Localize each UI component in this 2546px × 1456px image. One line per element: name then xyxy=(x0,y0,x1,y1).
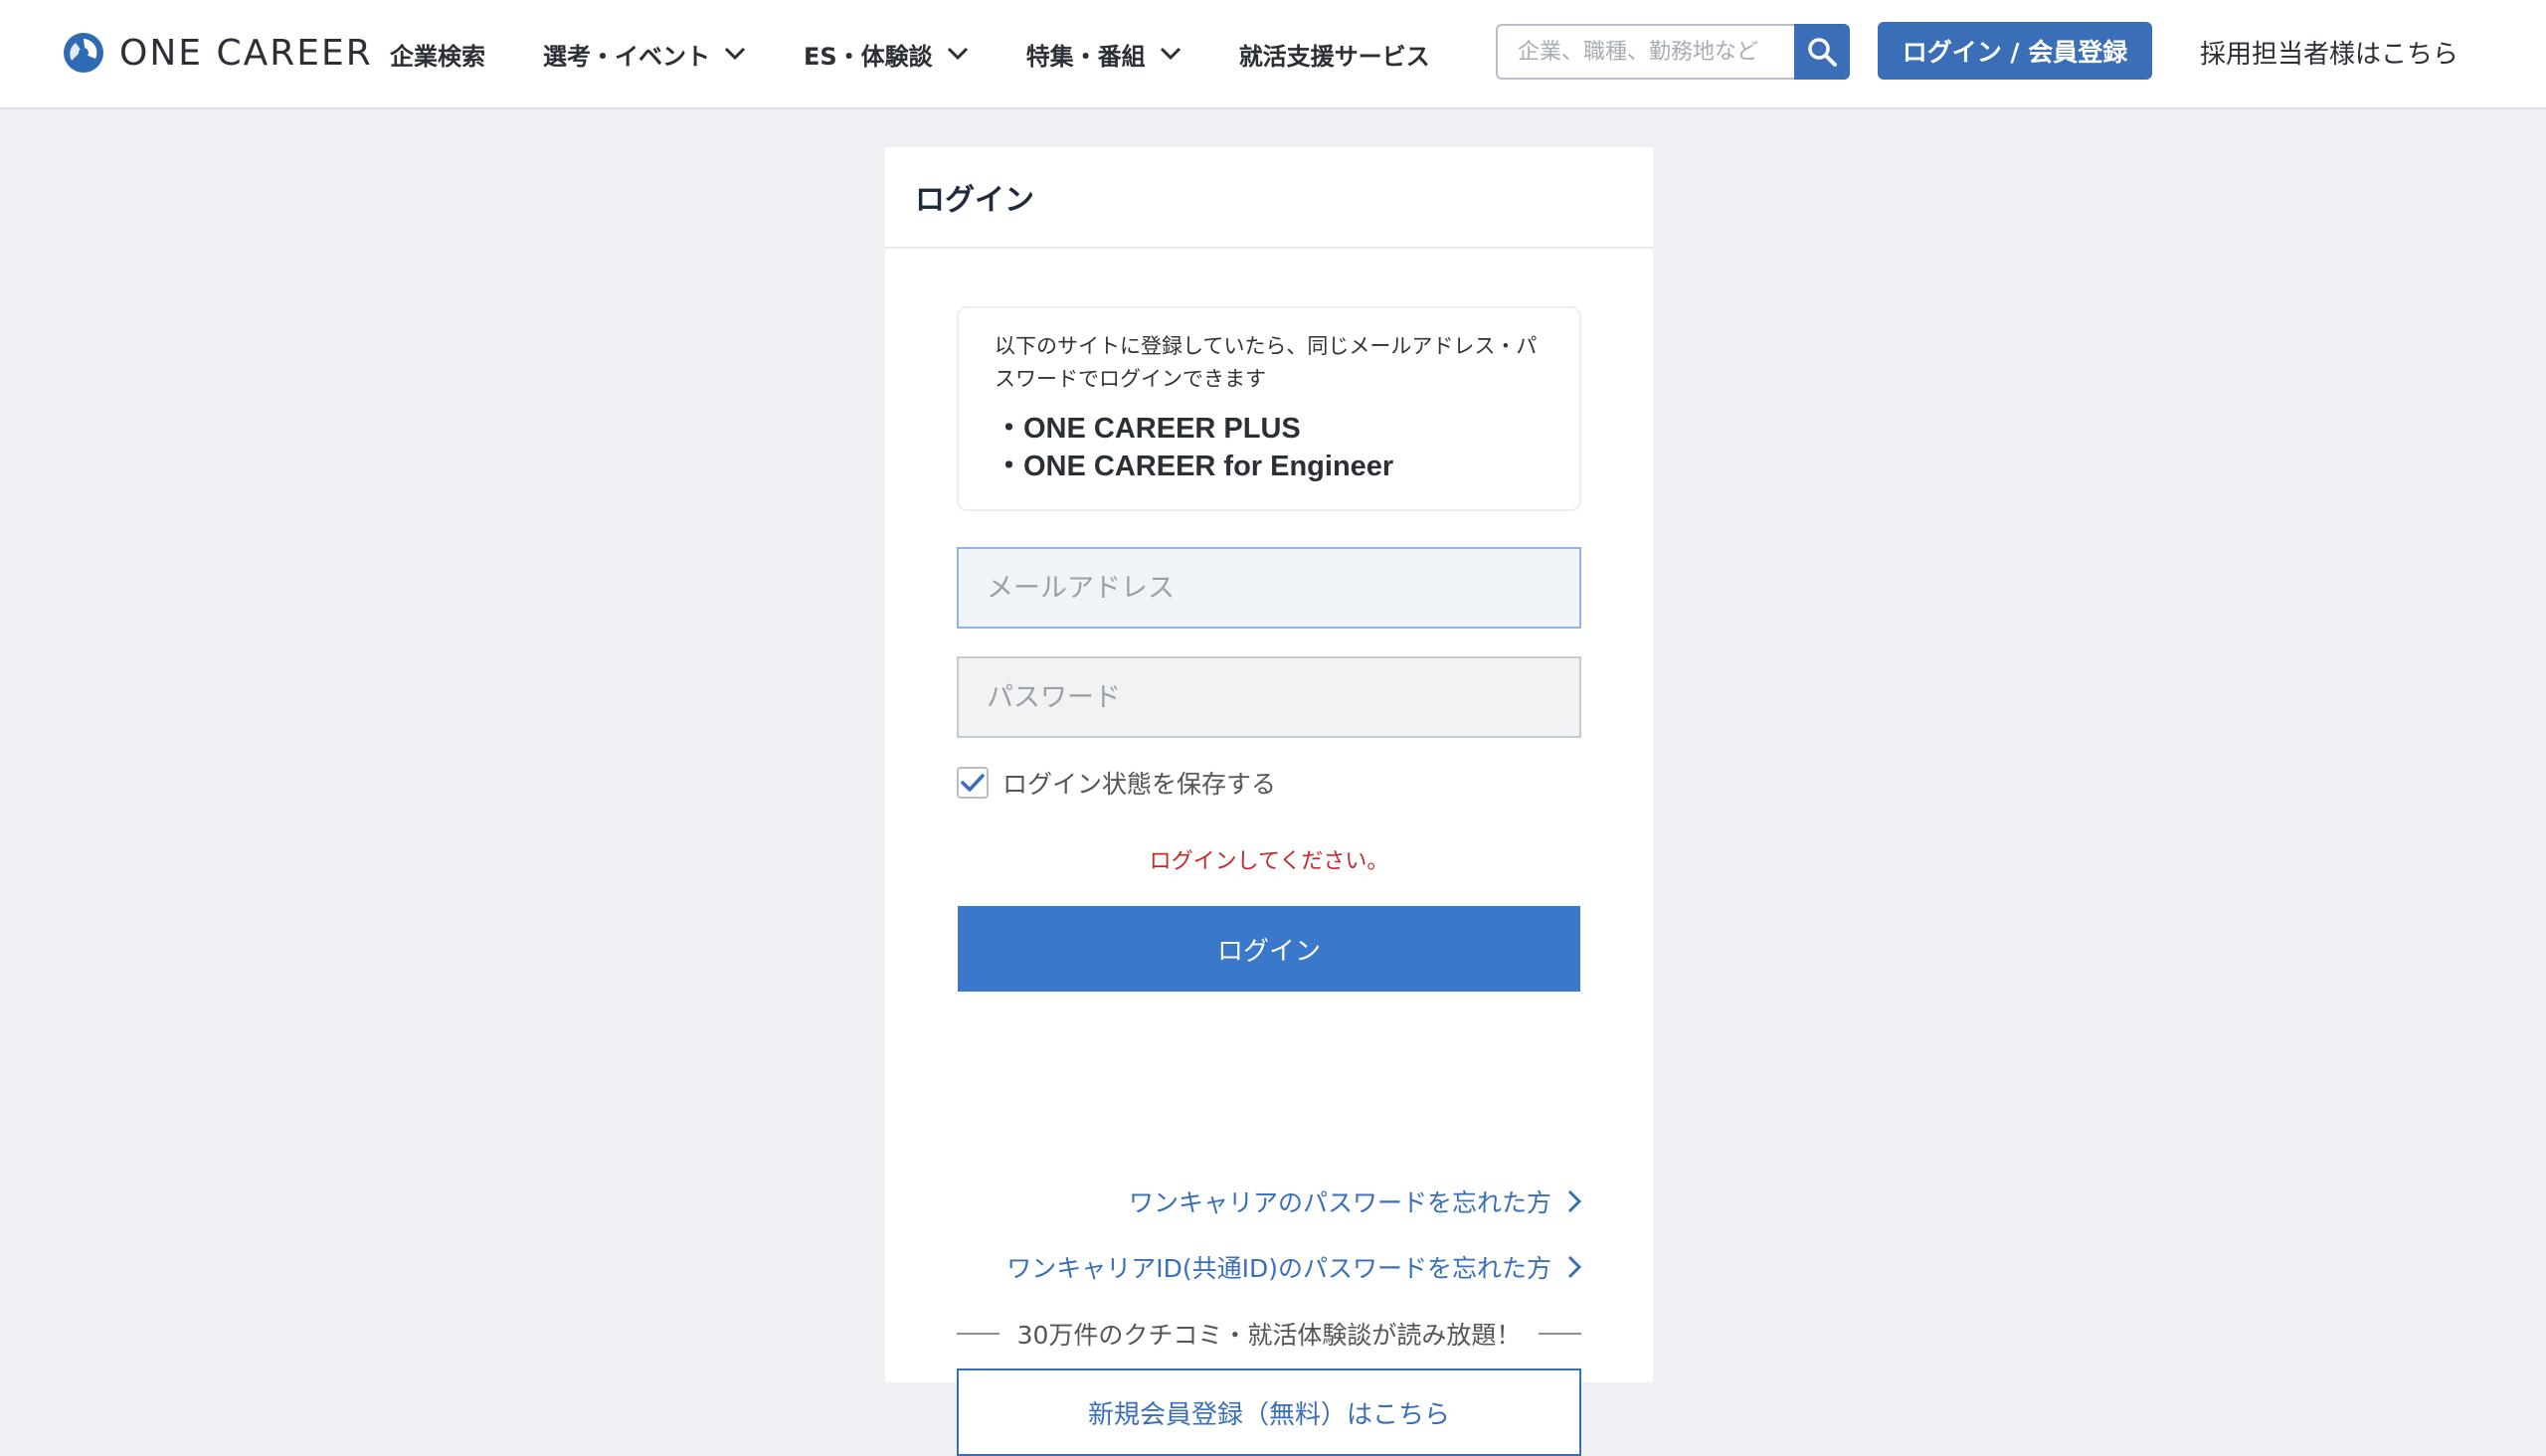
site-logo[interactable]: ONE CAREER xyxy=(62,30,373,76)
onecareer-logo-icon xyxy=(64,33,103,73)
checkmark-icon xyxy=(961,774,985,792)
notice-text: 以下のサイトに登録していたら、同じメールアドレス・パスワードでログインできます xyxy=(995,334,1538,391)
divider-line xyxy=(957,1333,1000,1335)
search-icon xyxy=(1808,38,1837,67)
nav-label: 就活支援サービス xyxy=(1238,42,1430,71)
logo-text: ONE CAREER xyxy=(119,32,373,74)
search-input[interactable] xyxy=(1496,24,1794,80)
forgot-password-link[interactable]: ワンキャリアのパスワードを忘れた方 xyxy=(1129,1183,1581,1219)
nav-item-company-search[interactable]: 企業検索 xyxy=(390,37,485,72)
site-header: ONE CAREER 企業検索 選考・イベント ES・体験談 特集・番組 就活支… xyxy=(0,0,2546,109)
main-nav: 企業検索 選考・イベント ES・体験談 特集・番組 就活支援サービス xyxy=(390,0,1488,107)
nav-item-es-experience[interactable]: ES・体験談 xyxy=(804,37,969,72)
nav-item-job-support[interactable]: 就活支援サービス xyxy=(1239,37,1430,72)
notice-site-list: ・ONE CAREER PLUS ・ONE CAREER for Enginee… xyxy=(995,410,1544,485)
nav-item-features[interactable]: 特集・番組 xyxy=(1026,37,1182,72)
register-button[interactable]: 新規会員登録（無料）はこちら xyxy=(957,1368,1581,1456)
promo-text: 30万件のクチコミ・就活体験談が読み放題！ xyxy=(1016,1321,1522,1350)
chevron-down-icon xyxy=(724,47,746,61)
search-button[interactable] xyxy=(1794,24,1850,80)
notice-site-item: ・ONE CAREER for Engineer xyxy=(995,451,1394,482)
chevron-down-icon xyxy=(1160,47,1181,61)
nav-label: 企業検索 xyxy=(390,42,485,71)
login-card: ログイン 以下のサイトに登録していたら、同じメールアドレス・パスワードでログイン… xyxy=(885,147,1653,1456)
recruiter-link[interactable]: 採用担当者様はこちら xyxy=(2200,32,2458,72)
notice-site-item: ・ONE CAREER PLUS xyxy=(995,413,1301,445)
forgot-password-label: ワンキャリアのパスワードを忘れた方 xyxy=(1128,1188,1551,1217)
nav-item-selection-events[interactable]: 選考・イベント xyxy=(543,37,746,72)
chevron-down-icon xyxy=(947,47,968,61)
header-search xyxy=(1496,24,1850,80)
forgot-common-id-password-link[interactable]: ワンキャリアID(共通ID)のパスワードを忘れた方 xyxy=(1006,1249,1581,1285)
password-field[interactable] xyxy=(957,656,1581,738)
nav-label: 選考・イベント xyxy=(543,42,710,71)
card-title: ログイン xyxy=(885,147,1653,249)
shared-account-notice: 以下のサイトに登録していたら、同じメールアドレス・パスワードでログインできます … xyxy=(957,306,1581,511)
remember-login-toggle[interactable]: ログイン状態を保存する xyxy=(957,766,1276,800)
forgot-common-id-label: ワンキャリアID(共通ID)のパスワードを忘れた方 xyxy=(1006,1254,1551,1283)
chevron-right-icon xyxy=(1567,1255,1581,1279)
email-field[interactable] xyxy=(957,547,1581,629)
remember-checkbox[interactable] xyxy=(957,767,989,799)
header-login-register-button[interactable]: ログイン / 会員登録 xyxy=(1878,22,2152,80)
error-message: ログインしてください。 xyxy=(1149,849,1389,874)
login-submit-button[interactable]: ログイン xyxy=(958,906,1580,992)
nav-label: 特集・番組 xyxy=(1025,42,1146,71)
divider-line xyxy=(1539,1333,1582,1335)
nav-label: ES・体験談 xyxy=(804,42,933,71)
remember-label: ログイン状態を保存する xyxy=(1002,770,1277,799)
promo-divider: 30万件のクチコミ・就活体験談が読み放題！ xyxy=(957,1314,1582,1354)
chevron-right-icon xyxy=(1567,1189,1581,1213)
